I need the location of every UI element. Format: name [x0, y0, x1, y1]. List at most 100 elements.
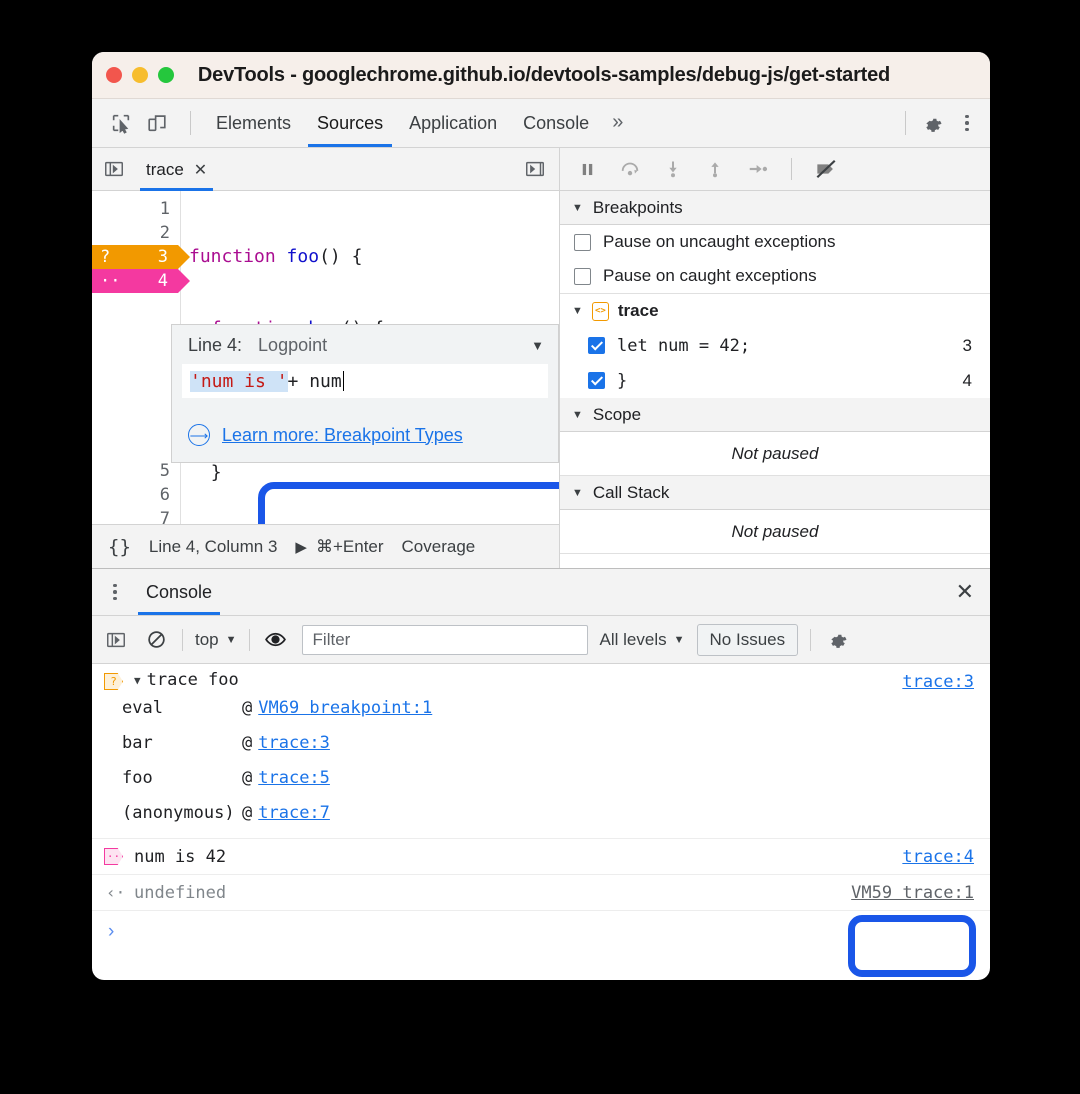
stack-frame: (anonymous) @ trace:7 — [92, 795, 990, 830]
conditional-breakpoint-marker[interactable]: ? 3 — [92, 245, 190, 269]
logpoint-expression-input[interactable]: 'num is ' + num — [182, 364, 548, 398]
breakpoint-line-number: 4 — [962, 370, 972, 390]
breakpoint-file-row[interactable]: ▼ <> trace — [560, 294, 990, 328]
code-line: } — [210, 462, 222, 483]
pretty-print-icon[interactable]: {} — [108, 536, 131, 558]
close-window-button[interactable] — [106, 67, 122, 83]
step-into-icon[interactable] — [663, 158, 683, 180]
drawer-tab-bar: Console ✕ — [92, 569, 990, 616]
pause-on-uncaught-exceptions-checkbox[interactable] — [574, 233, 591, 251]
chevron-down-icon[interactable]: ▼ — [572, 305, 583, 317]
close-icon[interactable]: ✕ — [956, 581, 974, 603]
tab-elements[interactable]: Elements — [203, 100, 304, 146]
chevron-down-icon[interactable]: ▼ — [134, 674, 141, 687]
toolbar-divider — [248, 628, 250, 651]
js-file-icon: <> — [591, 301, 609, 321]
line-number: 2 — [159, 223, 170, 243]
pause-on-caught-exceptions-checkbox[interactable] — [574, 267, 591, 285]
breakpoint-code: let num = 42; — [617, 335, 751, 356]
more-tabs-button[interactable]: » — [602, 101, 633, 146]
deactivate-breakpoints-icon[interactable] — [814, 158, 839, 180]
console-source-link[interactable]: trace:4 — [902, 847, 974, 867]
breakpoint-item[interactable]: } 4 — [560, 363, 990, 398]
console-message-logpoint[interactable]: ·· num is 42 trace:4 — [92, 839, 990, 875]
tab-sources[interactable]: Sources — [304, 100, 396, 147]
breakpoint-enabled-checkbox[interactable] — [588, 372, 605, 389]
breakpoint-enabled-checkbox[interactable] — [588, 337, 605, 354]
learn-more-link[interactable]: Learn more: Breakpoint Types — [222, 425, 463, 446]
gear-icon[interactable] — [918, 108, 948, 138]
run-snippet-button[interactable]: ▶ ⌘+Enter — [295, 537, 383, 557]
console-source-link[interactable]: trace:3 — [902, 672, 974, 692]
maximize-window-button[interactable] — [158, 67, 174, 83]
console-context-selector[interactable]: top ▼ — [195, 630, 237, 650]
logpoint-editor-popup[interactable]: Line 4: Logpoint ▼ 'num is ' + num ⟶ Lea… — [171, 324, 559, 463]
issues-button[interactable]: No Issues — [696, 623, 799, 656]
file-tab-label: trace — [146, 159, 184, 179]
text-cursor — [342, 371, 345, 391]
scope-section-header[interactable]: ▼ Scope — [560, 398, 990, 432]
call-stack-section-header[interactable]: ▼ Call Stack — [560, 476, 990, 510]
breakpoint-item[interactable]: let num = 42; 3 — [560, 328, 990, 363]
kebab-menu-icon[interactable] — [102, 579, 128, 605]
device-toolbar-icon[interactable] — [142, 108, 172, 138]
console-prompt[interactable]: › — [92, 911, 990, 953]
console-filter-input[interactable]: Filter — [301, 624, 588, 655]
pause-on-uncaught-exceptions-row[interactable]: Pause on uncaught exceptions — [560, 225, 990, 259]
console-sidebar-icon[interactable] — [102, 627, 130, 653]
drawer-tab-console[interactable]: Console — [136, 570, 222, 615]
logpoint-marker[interactable]: ·· 4 — [92, 269, 190, 293]
gear-icon[interactable] — [823, 625, 853, 655]
stack-frame-link[interactable]: trace:7 — [258, 803, 330, 823]
console-trace-header[interactable]: ▼ trace foo — [92, 670, 990, 690]
file-tab-trace[interactable]: trace ✕ — [134, 149, 215, 191]
console-message-trace[interactable]: ? ▼ trace foo trace:3 eval @ VM69 breakp… — [92, 664, 990, 839]
stack-frame-at: @ — [242, 767, 253, 788]
console-drawer: Console ✕ top ▼ Filter All levels ▼ No I… — [92, 568, 990, 953]
call-stack-title: Call Stack — [592, 482, 670, 502]
toolbar-divider — [791, 158, 792, 180]
step-over-icon[interactable] — [619, 158, 641, 180]
breakpoints-section-header[interactable]: ▼ Breakpoints — [560, 191, 990, 225]
console-levels-label: All levels — [599, 629, 667, 649]
live-expression-icon[interactable] — [262, 627, 290, 653]
pause-on-uncaught-exceptions-label: Pause on uncaught exceptions — [603, 232, 836, 251]
pause-icon[interactable] — [578, 160, 597, 179]
coverage-label[interactable]: Coverage — [402, 537, 476, 557]
inspect-element-icon[interactable] — [106, 108, 136, 138]
chevron-down-icon[interactable]: ▼ — [531, 338, 544, 353]
file-tab-bar: trace ✕ — [92, 148, 559, 191]
scope-status: Not paused — [560, 432, 990, 476]
step-out-icon[interactable] — [705, 158, 725, 180]
pause-on-caught-exceptions-row[interactable]: Pause on caught exceptions — [560, 259, 990, 293]
console-levels-selector[interactable]: All levels ▼ — [600, 630, 685, 650]
stack-frame: foo @ trace:5 — [92, 760, 990, 795]
show-debugger-icon[interactable] — [521, 156, 549, 182]
show-navigator-icon[interactable] — [100, 156, 128, 182]
clear-console-icon[interactable] — [142, 627, 170, 653]
code-editor[interactable]: 1 2 ? 3 ·· 4 5 6 7 function foo() {} Li… — [92, 191, 559, 524]
step-icon[interactable] — [747, 158, 769, 180]
minimize-window-button[interactable] — [132, 67, 148, 83]
stack-frame-at: @ — [242, 697, 253, 718]
close-icon[interactable]: ✕ — [194, 160, 207, 180]
stack-frame-link[interactable]: trace:5 — [258, 768, 330, 788]
line-number: 3 — [157, 247, 168, 267]
stack-frame-link[interactable]: trace:3 — [258, 733, 330, 753]
logpoint-expression-rest: + num — [287, 370, 342, 392]
editor-gutter[interactable]: 1 2 ? 3 ·· 4 5 6 7 — [92, 191, 190, 524]
logpoint-line-label: Line 4: — [188, 335, 243, 355]
tab-application[interactable]: Application — [396, 100, 510, 146]
console-source-link[interactable]: VM59 trace:1 — [851, 883, 974, 903]
stack-frame-at: @ — [242, 802, 253, 823]
stack-frame-link[interactable]: VM69 breakpoint:1 — [258, 698, 432, 718]
line-number: 6 — [159, 485, 170, 505]
stack-frame-function: eval — [122, 697, 163, 718]
tab-console[interactable]: Console — [510, 100, 602, 146]
kebab-menu-icon[interactable] — [954, 110, 980, 136]
chevron-down-icon: ▼ — [673, 633, 685, 646]
stack-frame: bar @ trace:3 — [92, 725, 990, 760]
window-title: DevTools - googlechrome.github.io/devtoo… — [197, 63, 891, 86]
result-arrow-icon: ‹· — [106, 883, 126, 902]
console-message-result[interactable]: ‹· undefined VM59 trace:1 — [92, 875, 990, 911]
